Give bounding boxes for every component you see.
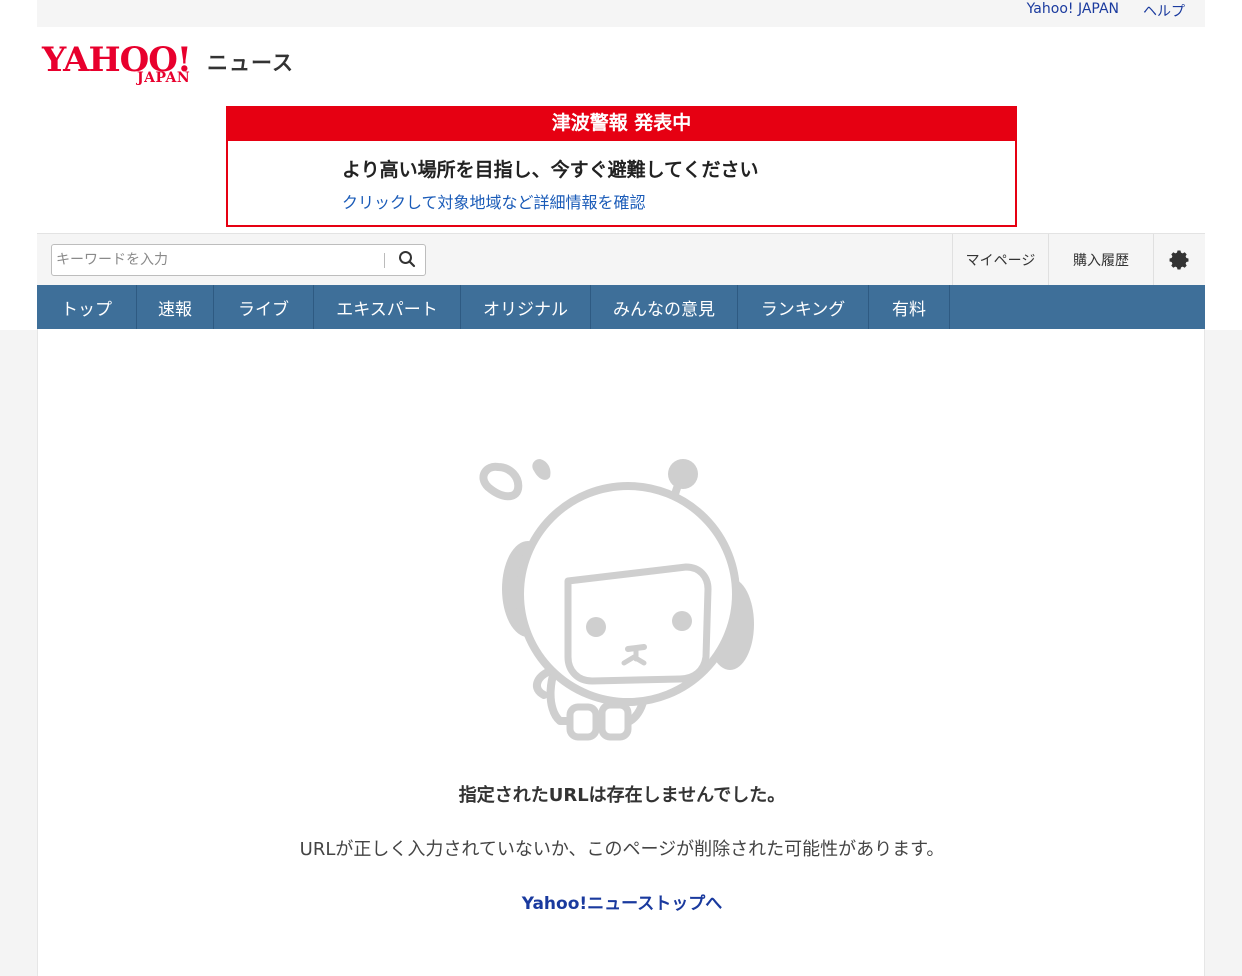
news-top-link[interactable]: Yahoo!ニューストップへ: [522, 894, 723, 914]
settings-button[interactable]: [1153, 234, 1205, 286]
search-icon: [399, 250, 416, 267]
search-box: [51, 244, 426, 276]
utility-links: Yahoo! JAPAN ヘルプ: [1027, 1, 1185, 21]
error-content: 指定されたURLは存在しませんでした。 URLが正しく入力されていないか、このペ…: [37, 329, 1205, 976]
search-button[interactable]: [392, 247, 422, 273]
search-toolbar: マイページ 購入履歴: [37, 233, 1205, 286]
error-link-wrap: Yahoo!ニューストップへ: [38, 889, 1206, 914]
yahoo-news-logo[interactable]: YAHOO! JAPAN: [42, 42, 202, 90]
nav-item-breaking[interactable]: 速報: [137, 285, 214, 329]
nav-item-paid[interactable]: 有料: [869, 285, 950, 329]
nav-item-ranking[interactable]: ランキング: [738, 285, 869, 329]
alert-message: より高い場所を目指し、今すぐ避難してください: [342, 159, 759, 181]
tool-items: マイページ 購入履歴: [952, 234, 1205, 286]
yahoo-japan-link[interactable]: Yahoo! JAPAN: [1027, 1, 1119, 21]
mascot-illustration: [479, 459, 754, 741]
alert-heading: 津波警報 発表中: [228, 108, 1015, 141]
error-description: URLが正しく入力されていないか、このページが削除された可能性があります。: [299, 839, 945, 860]
nav-item-opinions[interactable]: みんなの意見: [591, 285, 738, 329]
nav-item-original[interactable]: オリジナル: [461, 285, 591, 329]
error-title: 指定されたURLは存在しませんでした。: [458, 785, 786, 806]
main-nav: トップ 速報 ライブ エキスパート オリジナル みんなの意見 ランキング 有料: [37, 285, 1205, 329]
mypage-button[interactable]: マイページ: [952, 234, 1048, 286]
purchase-history-button[interactable]: 購入履歴: [1048, 234, 1153, 286]
utility-bar: Yahoo! JAPAN ヘルプ: [37, 0, 1205, 27]
help-link[interactable]: ヘルプ: [1143, 1, 1185, 21]
nav-item-top[interactable]: トップ: [37, 285, 137, 329]
logo-news-label: ニュース: [207, 51, 294, 75]
search-divider: [384, 253, 385, 268]
gear-icon: [1169, 250, 1189, 270]
logo-sub: JAPAN: [137, 70, 191, 86]
tsunami-alert-banner: 津波警報 発表中 より高い場所を目指し、今すぐ避難してください クリックして対象…: [226, 106, 1017, 227]
nav-item-live[interactable]: ライブ: [214, 285, 314, 329]
search-input[interactable]: [56, 247, 376, 273]
alert-details-link[interactable]: クリックして対象地域など詳細情報を確認: [342, 189, 646, 213]
page-container: Yahoo! JAPAN ヘルプ YAHOO! JAPAN ニュース 津波警報 …: [37, 0, 1205, 976]
nav-item-expert[interactable]: エキスパート: [314, 285, 461, 329]
